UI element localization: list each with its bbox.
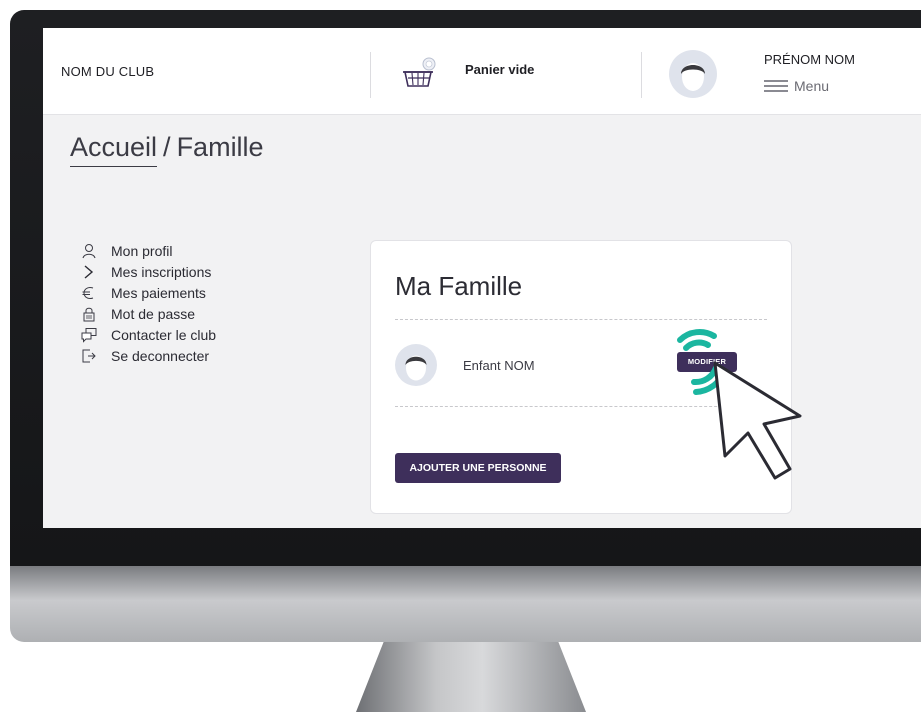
hamburger-icon [764, 80, 788, 92]
user-icon [81, 243, 97, 259]
basket-icon[interactable] [396, 52, 442, 98]
sidebar-item-label: Contacter le club [111, 326, 217, 343]
monitor-chin [10, 566, 921, 642]
sidebar-item-mon-profil[interactable]: Mon profil [81, 240, 216, 261]
basket-status[interactable]: Panier vide [465, 62, 534, 77]
sidebar-item-contacter-le-club[interactable]: Contacter le club [81, 324, 216, 345]
sidebar-item-label: Mot de passe [111, 305, 196, 322]
monitor-stand [356, 642, 586, 712]
logout-icon [81, 348, 97, 364]
euro-icon [81, 285, 97, 301]
add-person-button[interactable]: AJOUTER UNE PERSONNE [395, 453, 561, 483]
sidebar-item-label: Mon profil [111, 242, 173, 259]
sidebar-nav: Mon profil Mes inscriptions Mes paiement… [81, 240, 216, 366]
member-name: Enfant NOM [463, 358, 535, 373]
menu-label: Menu [794, 78, 830, 94]
click-highlight [677, 329, 802, 480]
card-title: Ma Famille [395, 271, 523, 301]
divider [395, 319, 767, 320]
breadcrumb-home-link[interactable]: Accueil [70, 132, 158, 167]
breadcrumb-separator: / [163, 132, 171, 162]
sidebar-item-mes-paiements[interactable]: Mes paiements [81, 282, 216, 303]
screen: NOM DU CLUB Panier vide PRÉNOM NOM Menu … [43, 28, 921, 528]
club-name[interactable]: NOM DU CLUB [61, 64, 154, 79]
chevron-right-icon [81, 264, 97, 280]
chat-icon [81, 327, 97, 343]
breadcrumb: Accueil / Famille [70, 132, 264, 167]
sidebar-item-se-deconnecter[interactable]: Se deconnecter [81, 345, 216, 366]
menu-button[interactable]: Menu [764, 78, 829, 94]
sidebar-item-mes-inscriptions[interactable]: Mes inscriptions [81, 261, 216, 282]
sidebar-item-label: Mes inscriptions [111, 263, 212, 280]
header-divider [370, 52, 371, 98]
avatar [395, 344, 437, 386]
avatar[interactable] [669, 50, 717, 98]
lock-icon [81, 306, 97, 322]
user-name[interactable]: PRÉNOM NOM [764, 52, 855, 67]
sidebar-item-label: Se deconnecter [111, 347, 210, 364]
mouse-cursor-icon [713, 361, 802, 480]
top-bar: NOM DU CLUB Panier vide PRÉNOM NOM Menu [43, 28, 921, 115]
sidebar-item-mot-de-passe[interactable]: Mot de passe [81, 303, 216, 324]
breadcrumb-current: Famille [176, 132, 264, 162]
sidebar-item-label: Mes paiements [111, 284, 206, 301]
header-divider [641, 52, 642, 98]
